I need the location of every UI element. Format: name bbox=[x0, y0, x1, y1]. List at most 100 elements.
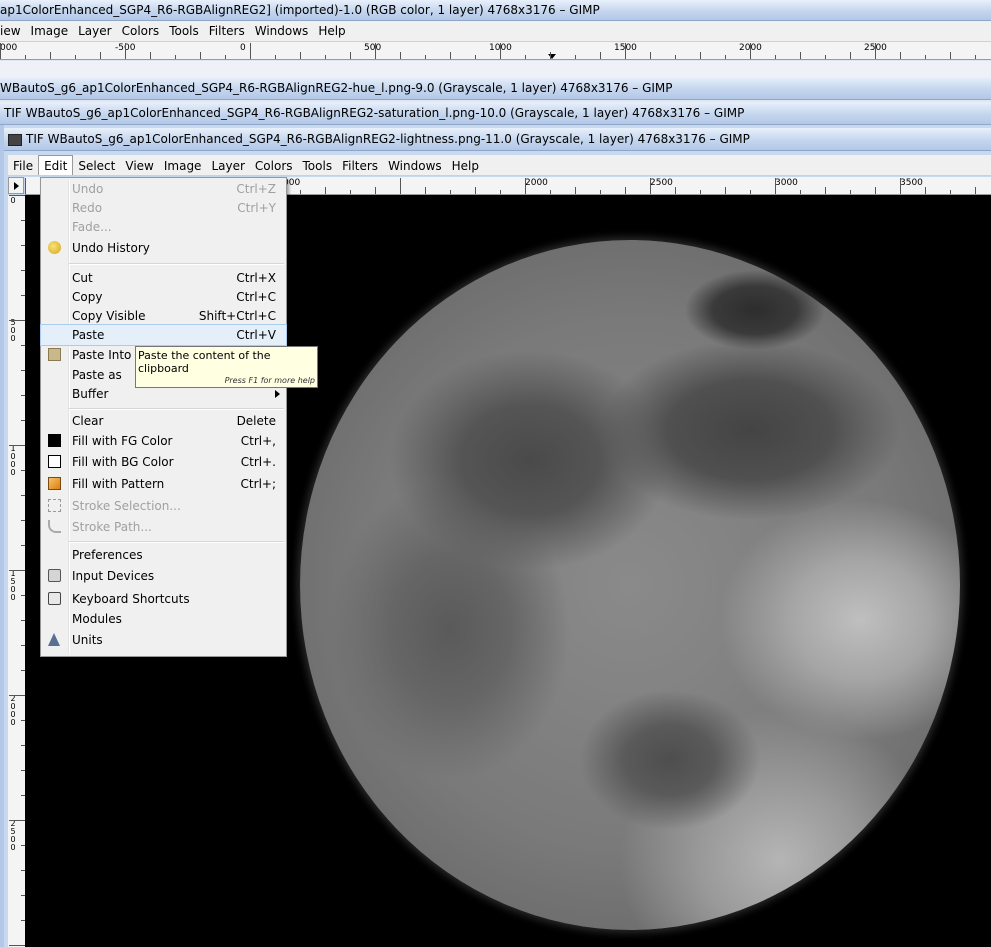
ruler-tick bbox=[500, 190, 501, 194]
menu-colors[interactable]: Colors bbox=[117, 21, 165, 41]
ruler-tick bbox=[350, 52, 351, 59]
menu-item-preferences[interactable]: Preferences bbox=[41, 545, 286, 565]
menu-item-shortcut: Ctrl+Y bbox=[237, 201, 276, 215]
menu-item-label: Buffer bbox=[72, 387, 109, 401]
menu-separator bbox=[69, 541, 284, 543]
ruler-tick bbox=[725, 55, 726, 59]
menu-file[interactable]: File bbox=[8, 156, 38, 176]
menu-item-shortcut: Ctrl+, bbox=[240, 434, 276, 448]
window-title: ap1ColorEnhanced_SGP4_R6-RGBAlignREG2] (… bbox=[0, 3, 600, 17]
bg-color-swatch-icon bbox=[48, 455, 61, 468]
ruler-tick bbox=[9, 820, 25, 821]
ruler-tick bbox=[475, 55, 476, 59]
ruler-tick bbox=[300, 190, 301, 194]
ruler-tick bbox=[775, 55, 776, 59]
menu-windows[interactable]: Windows bbox=[383, 156, 447, 176]
menu-windows[interactable]: Windows bbox=[250, 21, 314, 41]
menu-help[interactable]: Help bbox=[313, 21, 350, 41]
ruler-tick bbox=[675, 55, 676, 59]
menu-item-clear[interactable]: Clear Delete bbox=[41, 411, 286, 431]
menu-tools[interactable]: Tools bbox=[298, 156, 338, 176]
vertical-ruler[interactable]: 0 500 1000 1500 2000 2500 bbox=[8, 195, 26, 947]
menu-item-keyboard-shortcuts[interactable]: Keyboard Shortcuts bbox=[41, 589, 286, 609]
menu-filters[interactable]: Filters bbox=[204, 21, 250, 41]
ruler-label: 1500 bbox=[10, 569, 16, 602]
ruler-tick bbox=[0, 43, 1, 59]
ruler-tick bbox=[625, 43, 626, 59]
window-titlebar-saturation[interactable]: TIF WBautoS_g6_ap1ColorEnhanced_SGP4_R6-… bbox=[0, 102, 991, 125]
menu-item-stroke-path[interactable]: Stroke Path... bbox=[41, 517, 286, 537]
menu-item-modules[interactable]: Modules bbox=[41, 609, 286, 629]
menu-layer[interactable]: Layer bbox=[206, 156, 249, 176]
ruler-tick bbox=[825, 55, 826, 59]
ruler-tick bbox=[875, 187, 876, 194]
menu-item-stroke-selection[interactable]: Stroke Selection... bbox=[41, 496, 286, 516]
menu-item-label: Fill with BG Color bbox=[72, 455, 174, 469]
menu-view[interactable]: iew bbox=[0, 21, 26, 41]
menubar-lightness: File Edit Select View Image Layer Colors Tools F… bbox=[8, 155, 991, 176]
menu-item-label: Paste bbox=[72, 328, 105, 342]
menu-tools[interactable]: Tools bbox=[164, 21, 204, 41]
menu-image[interactable]: Image bbox=[26, 21, 74, 41]
menu-help[interactable]: Help bbox=[447, 156, 484, 176]
window-titlebar-hue[interactable]: WBautoS_g6_ap1ColorEnhanced_SGP4_R6-RGBA… bbox=[0, 77, 991, 100]
menu-item-undo-history[interactable]: Undo History bbox=[41, 238, 286, 258]
ruler-tick bbox=[975, 55, 976, 59]
menu-item-copy-visible[interactable]: Copy Visible Shift+Ctrl+C bbox=[41, 306, 286, 326]
ruler-tick bbox=[600, 190, 601, 194]
menu-item-shortcut: Ctrl+Z bbox=[236, 182, 276, 196]
ruler-tick bbox=[950, 52, 951, 59]
ruler-tick bbox=[900, 178, 901, 194]
menu-select[interactable]: Select bbox=[73, 156, 120, 176]
menu-edit[interactable]: Edit bbox=[38, 155, 74, 175]
menu-item-input-devices[interactable]: Input Devices bbox=[41, 566, 286, 586]
menu-item-shortcut: Ctrl+X bbox=[236, 271, 276, 285]
ruler-tick bbox=[9, 195, 25, 196]
menu-item-label: Fill with Pattern bbox=[72, 477, 165, 491]
menu-image[interactable]: Image bbox=[159, 156, 207, 176]
ruler-tick bbox=[275, 55, 276, 59]
ruler-tick bbox=[650, 178, 651, 194]
menu-item-shortcut: Ctrl+; bbox=[240, 477, 276, 491]
menu-item-undo[interactable]: Undo Ctrl+Z bbox=[41, 179, 286, 199]
ruler-tick bbox=[375, 43, 376, 59]
menu-item-fill-bg[interactable]: Fill with BG Color Ctrl+. bbox=[41, 452, 286, 472]
menu-item-label: Clear bbox=[72, 414, 104, 428]
menu-item-copy[interactable]: Copy Ctrl+C bbox=[41, 287, 286, 307]
menu-item-redo[interactable]: Redo Ctrl+Y bbox=[41, 198, 286, 218]
window-title: TIF WBautoS_g6_ap1ColorEnhanced_SGP4_R6-… bbox=[26, 132, 750, 146]
ruler-tick bbox=[600, 52, 601, 59]
menu-item-units[interactable]: Units bbox=[41, 630, 286, 650]
menu-item-label: Copy Visible bbox=[72, 309, 146, 323]
menu-item-paste[interactable]: Paste Ctrl+V bbox=[40, 324, 287, 346]
menu-item-fade[interactable]: Fade... bbox=[41, 217, 286, 237]
menu-item-label: Redo bbox=[72, 201, 103, 215]
window-titlebar-rgb[interactable]: ap1ColorEnhanced_SGP4_R6-RGBAlignREG2] (… bbox=[0, 0, 991, 21]
menu-item-label: Preferences bbox=[72, 548, 143, 562]
horizontal-ruler-rgb[interactable]: 000 -500 0 500 1000 1500 2000 2500 bbox=[0, 42, 991, 60]
ruler-tick bbox=[9, 570, 25, 571]
ruler-label: 2500 bbox=[10, 819, 16, 852]
menu-colors[interactable]: Colors bbox=[250, 156, 298, 176]
menu-item-label: Fade... bbox=[72, 220, 112, 234]
ruler-tick bbox=[850, 52, 851, 59]
ruler-tick bbox=[800, 190, 801, 194]
menu-item-cut[interactable]: Cut Ctrl+X bbox=[41, 268, 286, 288]
menu-item-fill-fg[interactable]: Fill with FG Color Ctrl+, bbox=[41, 431, 286, 451]
menu-view[interactable]: View bbox=[120, 156, 158, 176]
fg-color-swatch-icon bbox=[48, 434, 61, 447]
ruler-corner-menu-button[interactable] bbox=[8, 177, 24, 194]
ruler-tick bbox=[950, 190, 951, 194]
ruler-label: 2000 bbox=[10, 694, 16, 727]
ruler-tick bbox=[9, 445, 25, 446]
ruler-tick bbox=[375, 187, 376, 194]
menu-separator bbox=[69, 408, 284, 410]
submenu-arrow-icon bbox=[275, 390, 280, 398]
menu-layer[interactable]: Layer bbox=[73, 21, 116, 41]
ruler-tick bbox=[125, 43, 126, 59]
menu-filters[interactable]: Filters bbox=[337, 156, 383, 176]
menu-item-fill-pattern[interactable]: Fill with Pattern Ctrl+; bbox=[41, 474, 286, 494]
units-compass-icon bbox=[48, 633, 60, 646]
window-titlebar-lightness[interactable]: TIF WBautoS_g6_ap1ColorEnhanced_SGP4_R6-… bbox=[4, 128, 991, 151]
ruler-label: 000 bbox=[0, 43, 18, 53]
